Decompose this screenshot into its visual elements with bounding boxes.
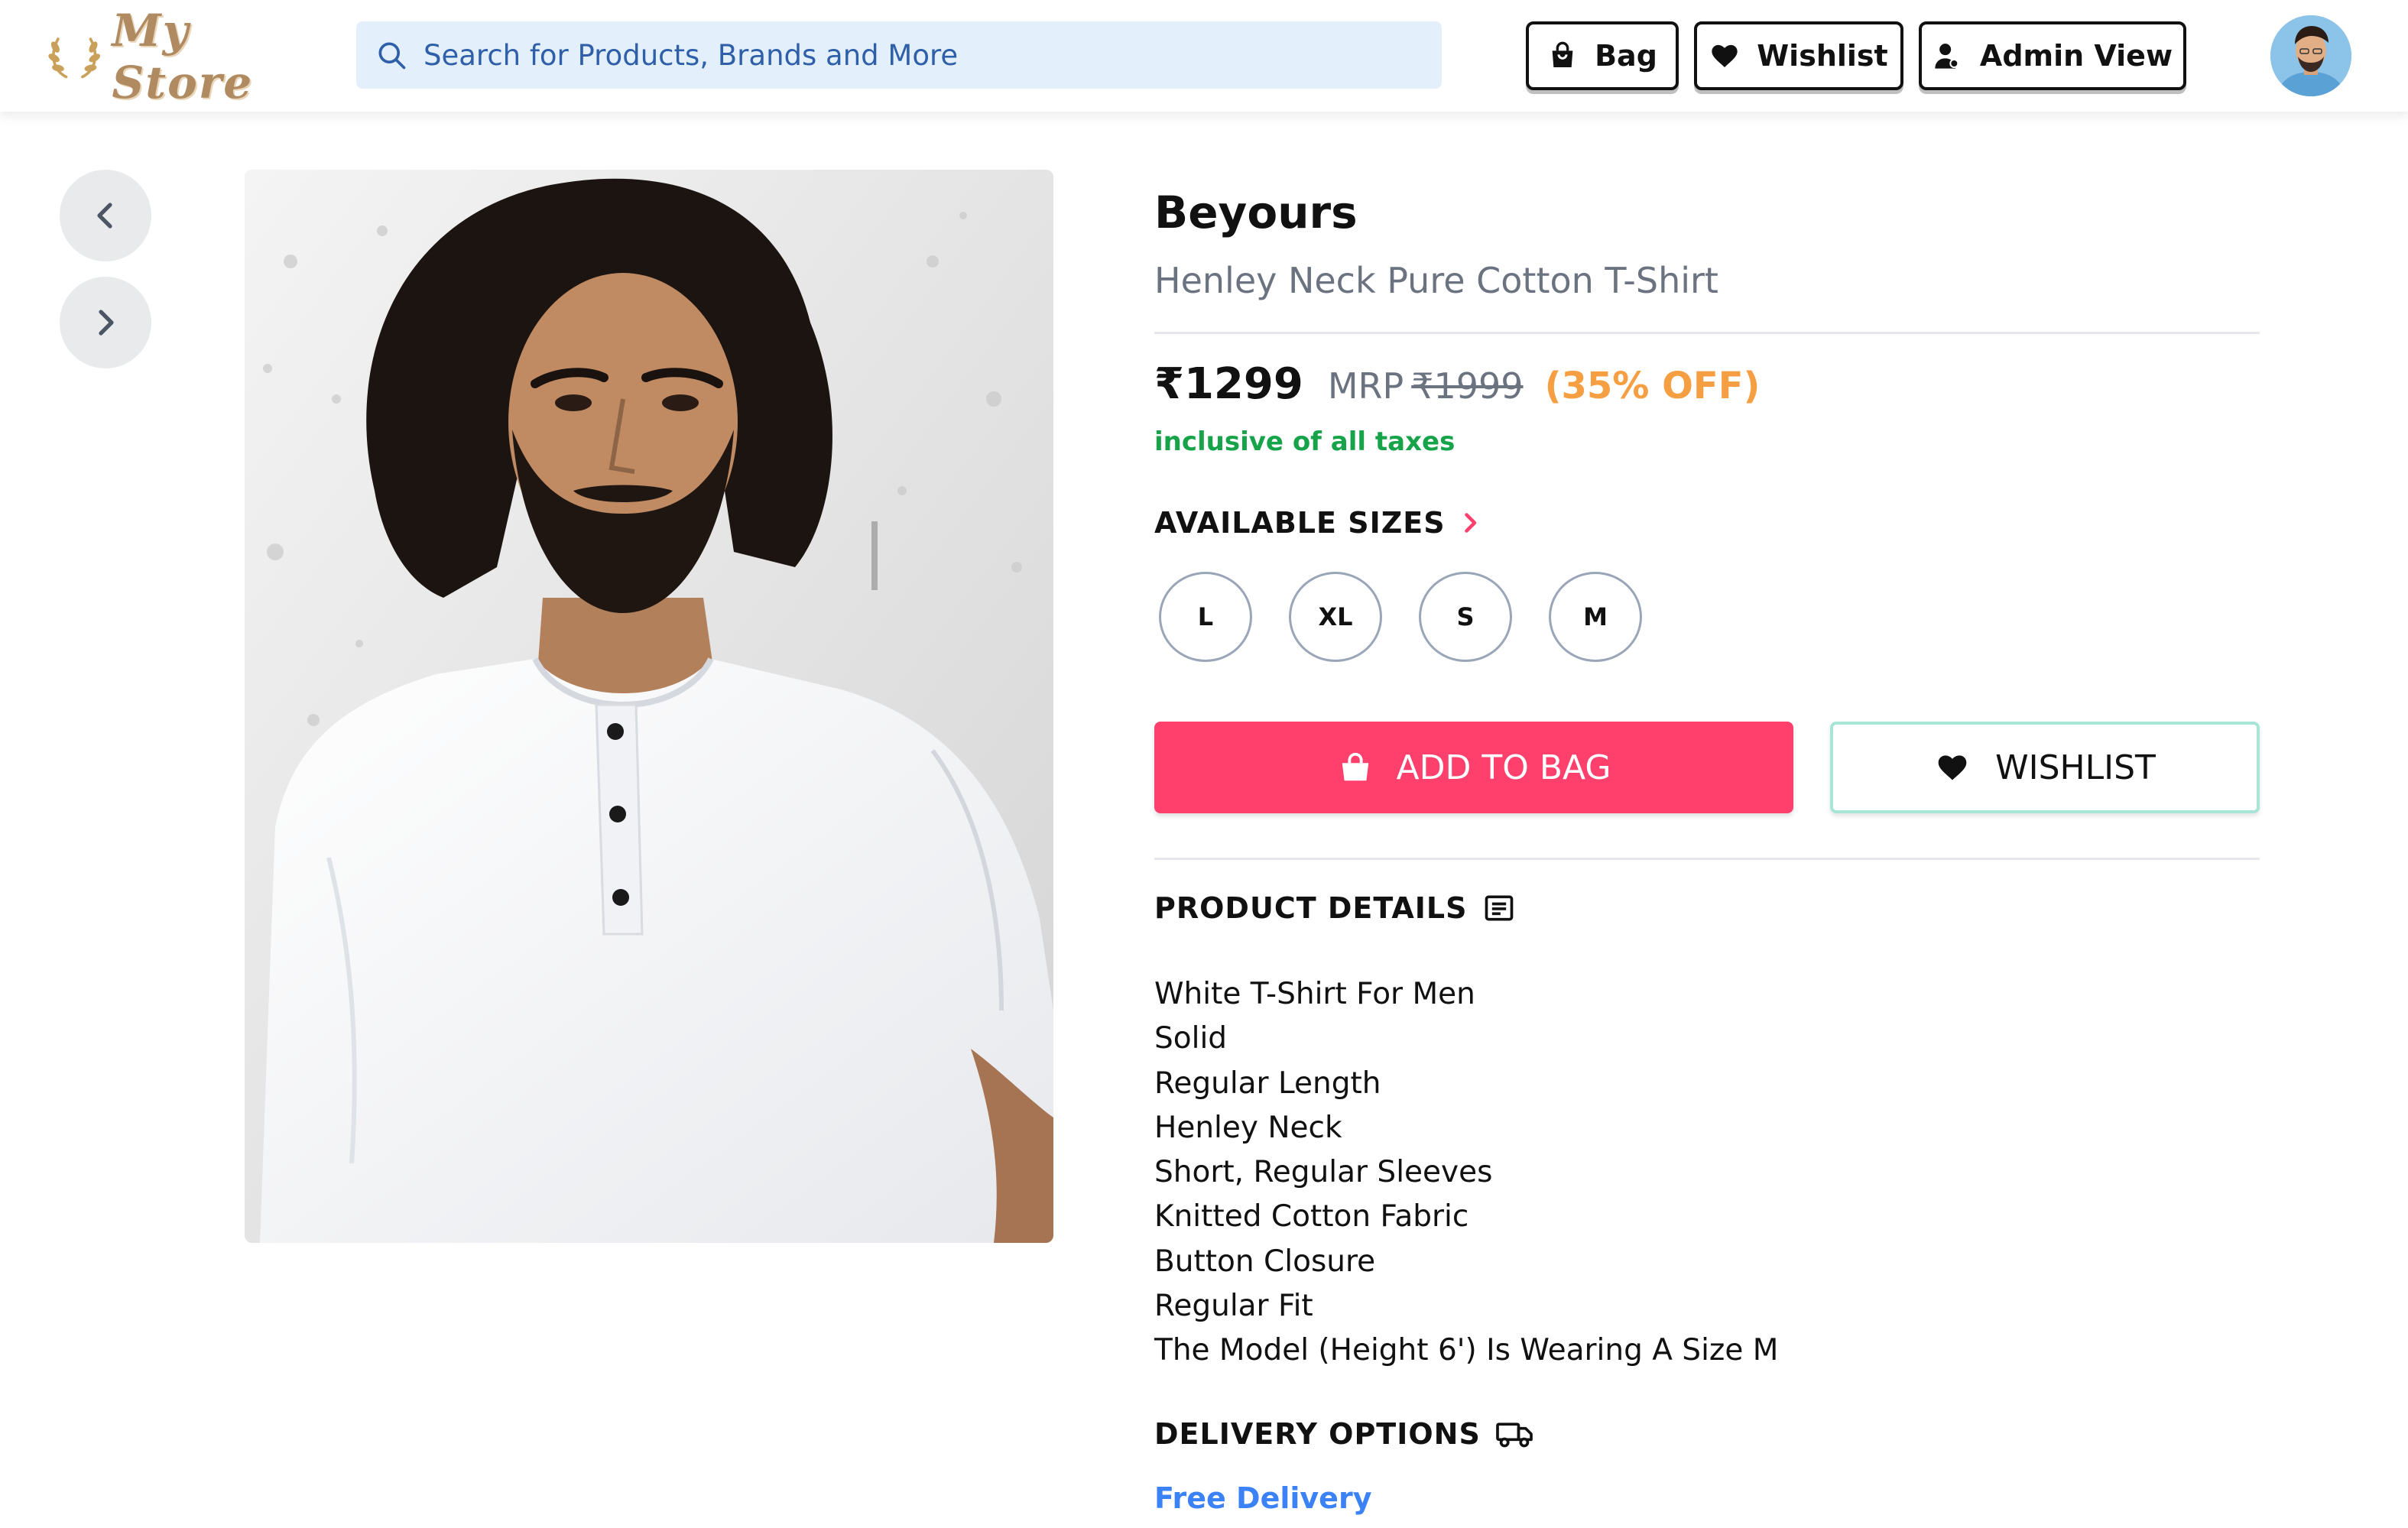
wishlist-label: WISHLIST [1995, 748, 2156, 787]
product-price: ₹1299 [1154, 359, 1303, 409]
laurel-icon [48, 37, 101, 79]
list-item: White T-Shirt For Men [1154, 977, 1475, 1011]
product-image [245, 170, 1053, 1243]
add-to-bag-label: ADD TO BAG [1396, 748, 1611, 787]
admin-view-label: Admin View [1979, 39, 2173, 73]
prev-image-button[interactable] [60, 170, 151, 261]
size-selector: L XL S M [1159, 572, 1679, 662]
size-option-l[interactable]: L [1159, 572, 1252, 662]
size-option-s[interactable]: S [1419, 572, 1512, 662]
chevron-left-icon [97, 203, 112, 229]
size-option-xl[interactable]: XL [1289, 572, 1382, 662]
next-image-button[interactable] [60, 277, 151, 368]
shopping-bag-icon [1552, 41, 1573, 67]
heart-icon [1938, 755, 1967, 780]
product-name: Henley Neck Pure Cotton T-Shirt [1154, 260, 1718, 301]
heart-icon [1712, 44, 1738, 67]
available-sizes-label: AVAILABLE SIZES [1154, 506, 1446, 540]
tax-note: inclusive of all taxes [1154, 427, 1456, 457]
chevron-right-icon [99, 310, 114, 336]
list-item: Regular Fit [1154, 1289, 1313, 1324]
list-item: The Model (Height 6') Is Wearing A Size … [1154, 1333, 1779, 1368]
search-bar[interactable] [356, 21, 1442, 89]
bag-button-label: Bag [1595, 39, 1657, 73]
product-brand: Beyours [1154, 187, 1358, 238]
wishlist-button[interactable]: Wishlist [1694, 21, 1903, 90]
bag-button[interactable]: Bag [1526, 21, 1679, 90]
divider [1154, 858, 2260, 860]
size-option-m[interactable]: M [1549, 572, 1642, 662]
divider [1154, 332, 2260, 334]
shopping-bag-icon [1342, 752, 1368, 781]
user-avatar-icon [2270, 15, 2351, 96]
product-details-heading: PRODUCT DETAILS [1154, 891, 1516, 925]
product-details-list: White T-Shirt For Men Solid Regular Leng… [1154, 972, 1778, 1374]
document-icon [1485, 895, 1514, 921]
logo-text: My Store [112, 5, 254, 109]
search-icon [378, 42, 406, 70]
store-logo[interactable]: My Store [46, 5, 321, 109]
available-sizes-heading[interactable]: AVAILABLE SIZES [1154, 506, 1484, 540]
list-item: Knitted Cotton Fabric [1154, 1199, 1469, 1234]
avatar[interactable] [2270, 15, 2351, 96]
truck-icon [1496, 1423, 1533, 1448]
product-details-label: PRODUCT DETAILS [1154, 891, 1468, 925]
discount-badge: (35% OFF) [1544, 365, 1761, 407]
wishlist-button-label: Wishlist [1757, 39, 1888, 73]
price-row: ₹1299 MRP ₹1999 (35% OFF) [1154, 359, 1760, 409]
chevron-right-icon [1464, 513, 1476, 533]
delivery-options-heading: DELIVERY OPTIONS [1154, 1417, 1534, 1451]
free-delivery-text: Free Delivery [1154, 1481, 1372, 1515]
mrp-value: ₹1999 [1411, 365, 1524, 407]
admin-view-button[interactable]: Admin View [1919, 21, 2186, 90]
delivery-options-label: DELIVERY OPTIONS [1154, 1417, 1481, 1451]
user-icon [1935, 44, 1959, 69]
header: My Store Bag Wishlist Admin View [0, 0, 2408, 112]
list-item: Solid [1154, 1021, 1228, 1056]
add-to-bag-button[interactable]: ADD TO BAG [1154, 722, 1793, 813]
list-item: Regular Length [1154, 1066, 1381, 1101]
list-item: Henley Neck [1154, 1110, 1342, 1145]
list-item: Button Closure [1154, 1244, 1376, 1279]
add-to-wishlist-button[interactable]: WISHLIST [1830, 722, 2260, 813]
product-photo [245, 170, 1053, 1243]
search-input[interactable] [424, 28, 1417, 82]
list-item: Short, Regular Sleeves [1154, 1155, 1493, 1190]
mrp-label: MRP [1327, 365, 1404, 407]
